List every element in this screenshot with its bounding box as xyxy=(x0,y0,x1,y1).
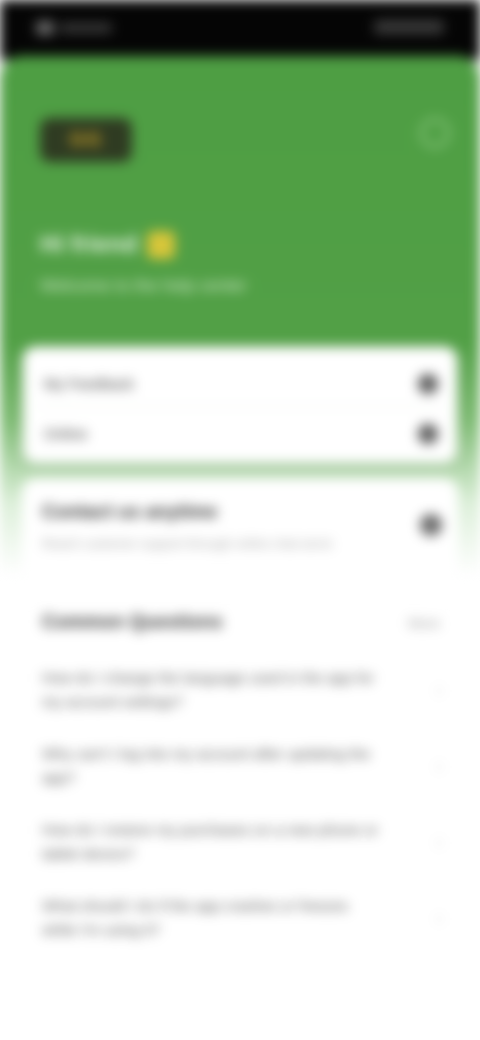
status-text xyxy=(60,23,112,33)
contact-section[interactable]: Contact us anytime Reach customer suppor… xyxy=(22,478,458,578)
faq-item[interactable]: How do I change the language used in the… xyxy=(42,660,442,722)
faq-header: Common Questions More xyxy=(42,612,440,634)
faq-item[interactable]: How do I restore my purchases on a new p… xyxy=(42,812,442,874)
chevron-right-icon: › xyxy=(436,758,442,775)
badge-icon xyxy=(147,231,176,259)
greeting: Hi friend xyxy=(40,228,176,262)
faq-question: What should I do if the app crashes or f… xyxy=(42,898,348,939)
status-left xyxy=(36,20,116,36)
faq-more-link[interactable]: More xyxy=(408,615,440,631)
settings-icon[interactable] xyxy=(420,118,450,148)
status-icons xyxy=(374,20,444,34)
greeting-text: Hi friend xyxy=(40,231,138,258)
my-feedback-row[interactable]: My Feedback › xyxy=(44,370,438,398)
chevron-right-icon: › xyxy=(418,374,438,394)
quick-links-card: My Feedback › Online › xyxy=(22,346,458,464)
status-bar xyxy=(0,0,480,60)
my-feedback-label: My Feedback xyxy=(44,375,135,393)
faq-section: Common Questions More How do I change th… xyxy=(22,590,458,970)
contact-desc: Reach customer support through online ch… xyxy=(42,536,332,551)
contact-title: Contact us anytime xyxy=(42,502,218,523)
faq-item[interactable]: Why can't I log into my account after up… xyxy=(42,736,442,798)
online-label: Online xyxy=(44,425,88,443)
faq-item[interactable]: What should I do if the app crashes or f… xyxy=(42,888,442,950)
header-subtitle: Welcome to the help center xyxy=(40,276,247,295)
app-logo: GG xyxy=(40,118,132,162)
app-icon xyxy=(36,21,54,35)
chevron-right-icon: › xyxy=(436,682,442,699)
faq-question: How do I restore my purchases on a new p… xyxy=(42,822,379,863)
faq-question: Why can't I log into my account after up… xyxy=(42,746,371,787)
chevron-right-icon: › xyxy=(436,834,442,851)
chevron-right-icon: › xyxy=(436,910,442,927)
faq-title: Common Questions xyxy=(42,612,223,633)
chevron-right-icon: › xyxy=(420,514,442,536)
online-row[interactable]: Online › xyxy=(44,420,438,448)
divider xyxy=(38,406,442,407)
faq-question: How do I change the language used in the… xyxy=(42,670,374,711)
chevron-right-icon: › xyxy=(418,424,438,444)
